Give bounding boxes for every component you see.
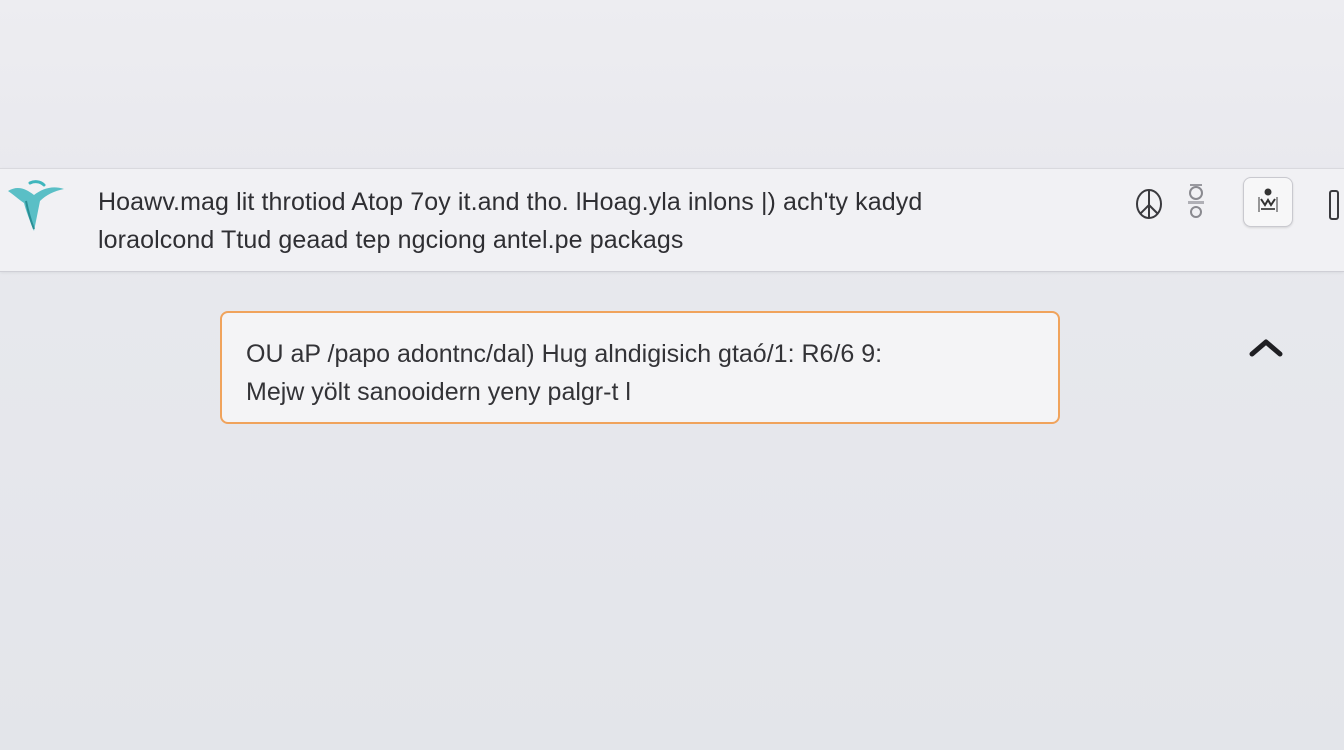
top-blank-area: [0, 0, 1344, 168]
header-line-2: loraolcond Ttud geaad tep ngciong antel.…: [98, 226, 684, 254]
notice-box: OU aP /papo adontnc/dal) Hug alndigisich…: [220, 311, 1060, 424]
header-bar: Hoawv.mag lit throtiod Atop 7oy it.and t…: [0, 168, 1344, 272]
app-tile-icon: [1253, 185, 1283, 220]
header-description: Hoawv.mag lit throtiod Atop 7oy it.and t…: [98, 183, 1128, 259]
app-tile-button[interactable]: [1243, 177, 1293, 227]
edge-handle-icon[interactable]: [1328, 189, 1340, 221]
peace-sign-icon[interactable]: [1134, 187, 1164, 221]
header-line-1: Hoawv.mag lit throtiod Atop 7oy it.and t…: [98, 188, 923, 216]
chevron-up-icon: [1248, 336, 1284, 363]
notice-line-2: Mejw yölt sanooidern yeny palgr-t l: [246, 378, 631, 406]
toggle-switch-icon[interactable]: [1180, 181, 1212, 221]
notice-line-1: OU aP /papo adontnc/dal) Hug alndigisich…: [246, 340, 883, 368]
collapse-button[interactable]: [1246, 334, 1286, 364]
teal-brush-logo-icon: [4, 175, 66, 235]
